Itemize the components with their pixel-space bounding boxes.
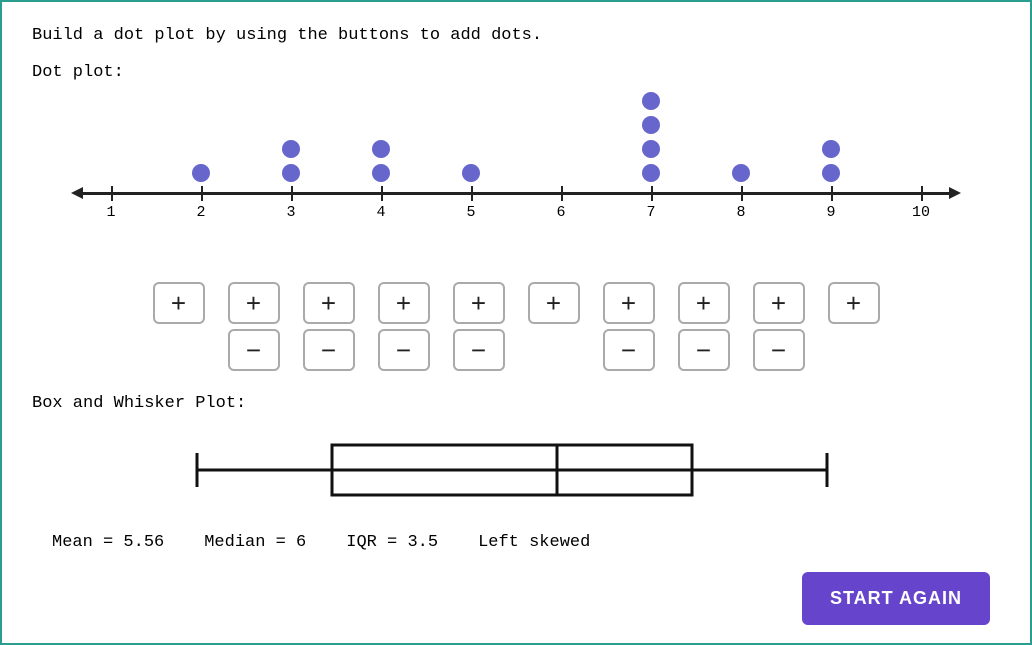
- stats-row: Mean = 5.56 Median = 6 IQR = 3.5 Left sk…: [32, 533, 1000, 552]
- plus-button-5[interactable]: +: [453, 282, 505, 324]
- tick-1: [111, 186, 113, 201]
- btn-col-7: +−: [591, 282, 666, 376]
- bwp-label: Box and Whisker Plot:: [32, 394, 1000, 413]
- bwplot-svg: [81, 425, 951, 515]
- dot-9-0: [822, 164, 840, 182]
- plus-button-9[interactable]: +: [753, 282, 805, 324]
- bwp-section: Box and Whisker Plot:: [32, 394, 1000, 515]
- minus-button-9[interactable]: −: [753, 329, 805, 371]
- tick-label-9: 9: [826, 204, 835, 221]
- dot-7-3: [642, 92, 660, 110]
- tick-label-6: 6: [556, 204, 565, 221]
- tick-6: [561, 186, 563, 201]
- tick-label-2: 2: [196, 204, 205, 221]
- bwplot-container: [81, 425, 951, 515]
- plus-button-8[interactable]: +: [678, 282, 730, 324]
- dot-9-1: [822, 140, 840, 158]
- minus-button-4[interactable]: −: [378, 329, 430, 371]
- stat-skew: Left skewed: [478, 533, 590, 552]
- tick-label-8: 8: [736, 204, 745, 221]
- instruction-text: Build a dot plot by using the buttons to…: [32, 26, 1000, 45]
- dot-3-1: [282, 140, 300, 158]
- dot-2-0: [192, 164, 210, 182]
- plus-button-6[interactable]: +: [528, 282, 580, 324]
- btn-placeholder-6: [528, 329, 580, 371]
- dot-3-0: [282, 164, 300, 182]
- dotplot-area: 1 2 3 4 5 6 7 8 9 10: [81, 92, 951, 272]
- tick-label-10: 10: [912, 204, 930, 221]
- start-again-button[interactable]: START AGAIN: [802, 572, 990, 625]
- dot-7-1: [642, 140, 660, 158]
- btn-placeholder-1: [153, 329, 205, 371]
- btn-col-1: +: [141, 282, 216, 376]
- btn-col-2: +−: [216, 282, 291, 376]
- tick-label-4: 4: [376, 204, 385, 221]
- plus-button-2[interactable]: +: [228, 282, 280, 324]
- btn-col-9: +−: [741, 282, 816, 376]
- tick-9: [831, 186, 833, 201]
- plus-button-1[interactable]: +: [153, 282, 205, 324]
- btn-col-3: +−: [291, 282, 366, 376]
- dot-5-0: [462, 164, 480, 182]
- tick-label-7: 7: [646, 204, 655, 221]
- number-line: [81, 192, 951, 195]
- tick-3: [291, 186, 293, 201]
- tick-5: [471, 186, 473, 201]
- btn-placeholder-10: [828, 329, 880, 371]
- minus-button-5[interactable]: −: [453, 329, 505, 371]
- minus-button-8[interactable]: −: [678, 329, 730, 371]
- btn-col-4: +−: [366, 282, 441, 376]
- stat-median: Median = 6: [204, 533, 306, 552]
- tick-label-5: 5: [466, 204, 475, 221]
- stat-iqr: IQR = 3.5: [346, 533, 438, 552]
- dot-4-0: [372, 164, 390, 182]
- btn-col-5: +−: [441, 282, 516, 376]
- tick-10: [921, 186, 923, 201]
- minus-button-7[interactable]: −: [603, 329, 655, 371]
- plus-button-4[interactable]: +: [378, 282, 430, 324]
- plus-button-3[interactable]: +: [303, 282, 355, 324]
- tick-label-1: 1: [106, 204, 115, 221]
- dot-7-2: [642, 116, 660, 134]
- dot-8-0: [732, 164, 750, 182]
- dot-4-1: [372, 140, 390, 158]
- tick-2: [201, 186, 203, 201]
- minus-button-3[interactable]: −: [303, 329, 355, 371]
- tick-8: [741, 186, 743, 201]
- dot-7-0: [642, 164, 660, 182]
- tick-4: [381, 186, 383, 201]
- dotplot-label: Dot plot:: [32, 63, 1000, 82]
- btn-col-6: +: [516, 282, 591, 376]
- tick-7: [651, 186, 653, 201]
- btn-col-10: +: [816, 282, 891, 376]
- plus-button-7[interactable]: +: [603, 282, 655, 324]
- minus-button-2[interactable]: −: [228, 329, 280, 371]
- buttons-row: ++−+−+−+−++−+−+−+: [32, 282, 1000, 376]
- stat-mean: Mean = 5.56: [52, 533, 164, 552]
- plus-button-10[interactable]: +: [828, 282, 880, 324]
- btn-col-8: +−: [666, 282, 741, 376]
- tick-label-3: 3: [286, 204, 295, 221]
